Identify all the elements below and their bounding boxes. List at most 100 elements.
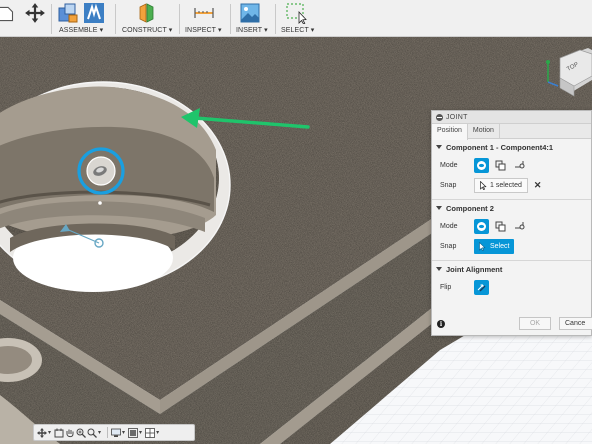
mode-between-button[interactable] [493,219,508,234]
insert-image-icon[interactable] [239,2,261,24]
toolbar-group-select[interactable]: SELECT ▾ [279,0,319,37]
collapse-icon[interactable] [436,113,443,121]
press-pull-icon[interactable] [0,3,18,25]
mode-simple-button[interactable] [474,157,489,173]
component1-header[interactable]: Component 1 - Component4:1 [432,139,591,155]
collapse-triangle-icon[interactable] [436,206,442,210]
grid-snap-icon[interactable] [128,427,138,438]
new-component-icon[interactable] [57,2,79,24]
assemble-menu[interactable]: ASSEMBLE ▾ [59,26,103,34]
orbit-move-icon[interactable] [37,427,47,438]
select-window-icon[interactable] [285,2,307,24]
two-edge-mode-icon [515,221,525,229]
pan-hand-icon[interactable] [65,428,75,438]
flip-icon [477,284,486,291]
collapse-triangle-icon[interactable] [436,267,442,271]
component1-mode-row: Mode [432,155,591,175]
mode-label: Mode [440,161,458,169]
chevron-down-icon: ▾ [217,27,222,34]
component2-header[interactable]: Component 2 [432,200,591,216]
viewports-icon[interactable] [145,427,155,438]
chevron-down-icon: ▾ [99,27,104,34]
mode-simple-button[interactable] [474,218,489,234]
toolbar-group-inspect[interactable]: INSPECT ▾ [183,0,229,37]
cursor-arrow-icon [480,180,487,190]
construct-label: CONSTRUCT [122,27,167,34]
chevron-down-icon[interactable]: ▾ [139,429,142,436]
chevron-down-icon[interactable]: ▾ [156,429,159,436]
mode-between-button[interactable] [493,158,508,173]
insert-menu[interactable]: INSERT ▾ [236,26,268,34]
chevron-down-icon[interactable]: ▾ [98,429,101,436]
joint-dialog-title: JOINT [446,113,468,121]
toolbar-separator [51,4,52,34]
alignment-header[interactable]: Joint Alignment [432,261,591,277]
zoom-window-icon[interactable] [87,428,97,438]
cancel-button[interactable]: Cance [559,317,592,330]
component2-snap-row: Snap Select [432,236,591,256]
joint-dialog: JOINT Position Motion Component 1 - Comp… [431,110,592,336]
toolbar-group-insert[interactable]: INSERT ▾ [234,0,274,37]
simple-mode-icon [477,221,486,231]
construct-menu[interactable]: CONSTRUCT ▾ [122,26,172,34]
mode-two-edge-button[interactable] [512,158,527,173]
component1-section: Component 1 - Component4:1 Mode Snap 1 s… [432,139,591,200]
display-settings-icon[interactable] [111,428,121,438]
snap-label: Snap [440,242,457,250]
mode-two-edge-button[interactable] [512,219,527,234]
between-mode-icon [495,160,506,170]
toolbar-separator [275,4,276,34]
info-icon[interactable]: i [437,320,445,328]
joint-dialog-header[interactable]: JOINT [432,111,591,124]
chevron-down-icon[interactable]: ▾ [122,429,125,436]
alignment-section: Joint Alignment Flip [432,261,591,297]
navigation-bar: ▾ ▾ ▾ ▾ ▾ [33,424,195,441]
move-icon[interactable] [24,2,46,24]
navbar-separator [107,427,109,438]
component2-mode-row: Mode [432,216,591,236]
toolbar-group-modify [0,0,50,37]
snap-selected-count: 1 selected [490,181,522,189]
toolbar-group-assemble[interactable]: ASSEMBLE ▾ [55,0,113,37]
component2-title: Component 2 [446,203,494,213]
tab-position[interactable]: Position [432,124,468,140]
flip-button[interactable] [474,279,489,295]
insert-label: INSERT [236,27,263,34]
component1-title: Component 1 - Component4:1 [446,142,554,152]
component1-snap-selection[interactable]: 1 selected [474,177,528,193]
assemble-label: ASSEMBLE [59,27,98,34]
mode-label: Mode [440,222,458,230]
flip-row: Flip [432,277,591,297]
two-edge-mode-icon [515,160,525,168]
toolbar-separator [115,4,116,34]
select-menu[interactable]: SELECT ▾ [281,26,314,34]
toolbar-separator [230,4,231,34]
measure-icon[interactable] [193,2,215,24]
ok-button[interactable]: OK [519,317,551,330]
assemble-icon[interactable] [83,2,105,24]
chevron-down-icon: ▾ [264,27,268,34]
component2-section: Component 2 Mode Snap Select [432,200,591,261]
joint-tabs: Position Motion [432,124,591,140]
select-button-label: Select [490,242,510,250]
snap-select-button[interactable]: Select [474,238,515,254]
clear-selection-icon[interactable]: ✕ [534,180,542,191]
toolbar-separator [179,4,180,34]
construct-icon[interactable] [136,2,158,24]
collapse-triangle-icon[interactable] [436,145,442,149]
between-mode-icon [495,221,506,231]
joint-dialog-footer: i OK Cance [432,313,592,335]
cursor-arrow-icon [479,241,486,251]
chevron-down-icon: ▾ [168,27,173,34]
tab-motion[interactable]: Motion [468,124,500,139]
toolbar-group-construct[interactable]: CONSTRUCT ▾ [120,0,178,37]
top-toolbar: ASSEMBLE ▾ CONSTRUCT ▾ INSPECT ▾ INSERT … [0,0,592,37]
component1-snap-row: Snap 1 selected ✕ [432,175,591,195]
look-at-icon[interactable] [54,428,64,438]
inspect-menu[interactable]: INSPECT ▾ [185,26,222,34]
alignment-title: Joint Alignment [446,264,503,274]
zoom-icon[interactable] [76,428,86,438]
select-label: SELECT [281,27,309,34]
inspect-label: INSPECT [185,27,216,34]
chevron-down-icon[interactable]: ▾ [48,429,51,436]
